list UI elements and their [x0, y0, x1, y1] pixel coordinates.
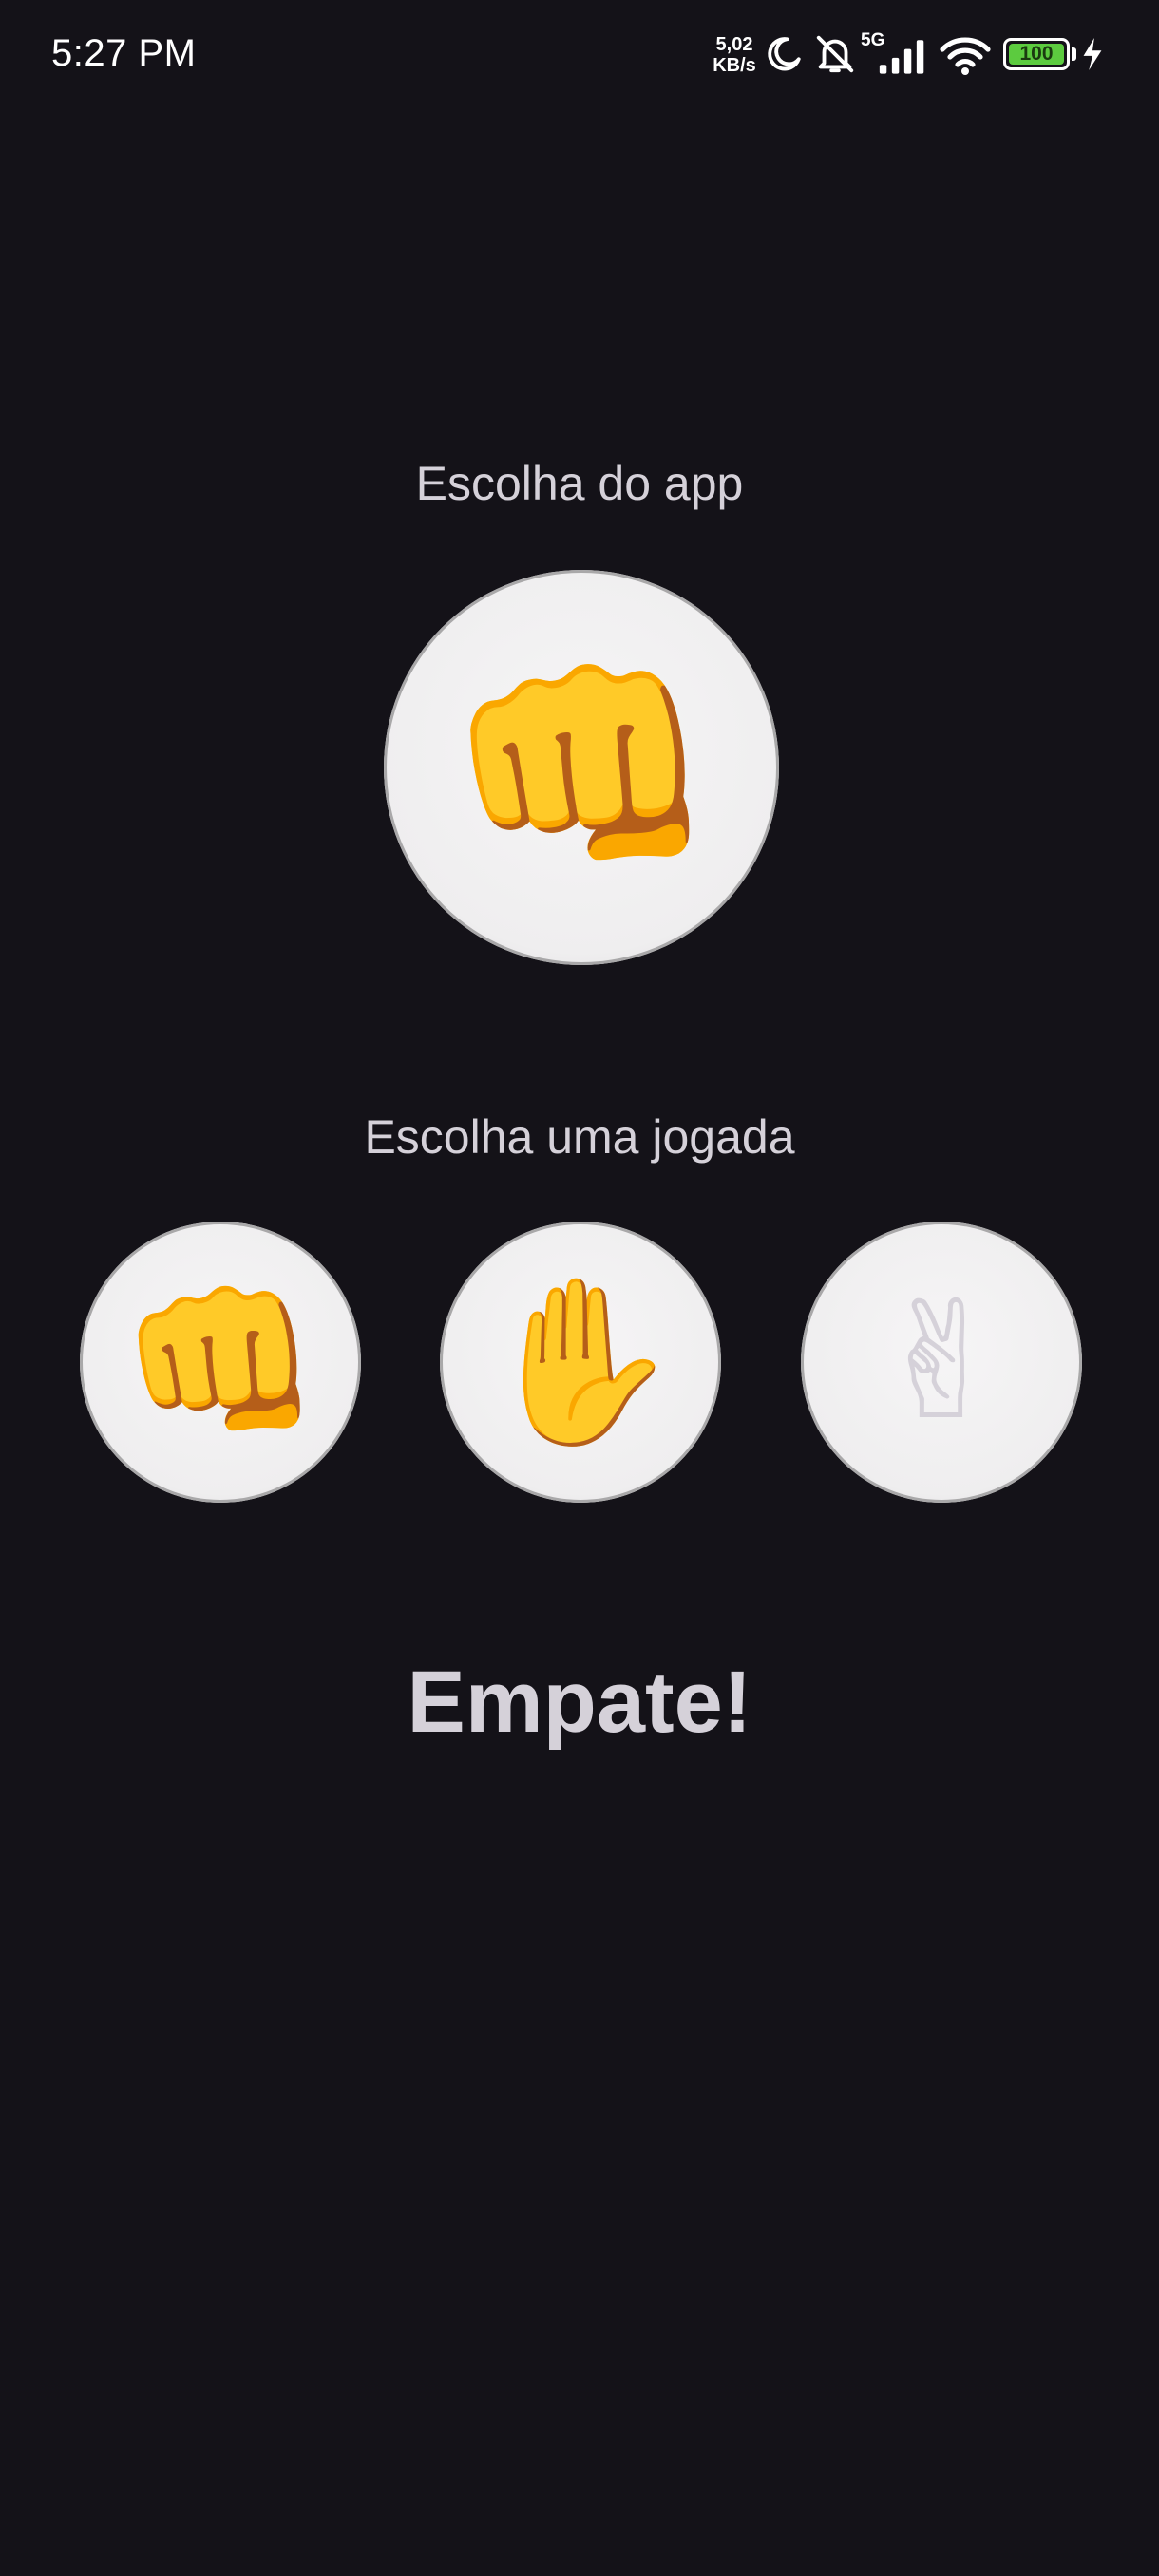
user-choice-label: Escolha uma jogada [364, 1110, 795, 1164]
fist-icon: 👊 [120, 1268, 321, 1456]
rock-option-button[interactable]: 👊 [80, 1222, 361, 1503]
status-bar: 5:27 PM 5,02 KB/s 5G 100 [0, 0, 1159, 112]
wifi-icon [940, 37, 991, 75]
paper-option-button[interactable]: ✋ [440, 1222, 721, 1503]
scissors-option-button[interactable]: ✌ [801, 1222, 1082, 1503]
network-speed-unit: KB/s [712, 55, 756, 76]
moon-icon [768, 37, 801, 71]
app-choice-display: 👊 [384, 570, 779, 965]
status-time: 5:27 PM [51, 32, 197, 74]
fist-icon: 👊 [445, 640, 718, 894]
battery-cap [1072, 47, 1076, 61]
network-speed-value: 5,02 [715, 34, 753, 55]
charging-bolt-icon [1083, 38, 1102, 70]
result-text: Empate! [407, 1654, 752, 1751]
bell-off-icon [816, 35, 854, 73]
victory-hand-icon: ✌ [873, 1268, 1010, 1456]
network-speed: 5,02 KB/s [711, 34, 758, 76]
battery-level: 100 [1019, 43, 1054, 65]
open-hand-icon: ✋ [480, 1268, 681, 1456]
signal-icon [879, 40, 924, 74]
app-choice-label: Escolha do app [415, 457, 744, 510]
battery-icon: 100 [1003, 38, 1070, 70]
